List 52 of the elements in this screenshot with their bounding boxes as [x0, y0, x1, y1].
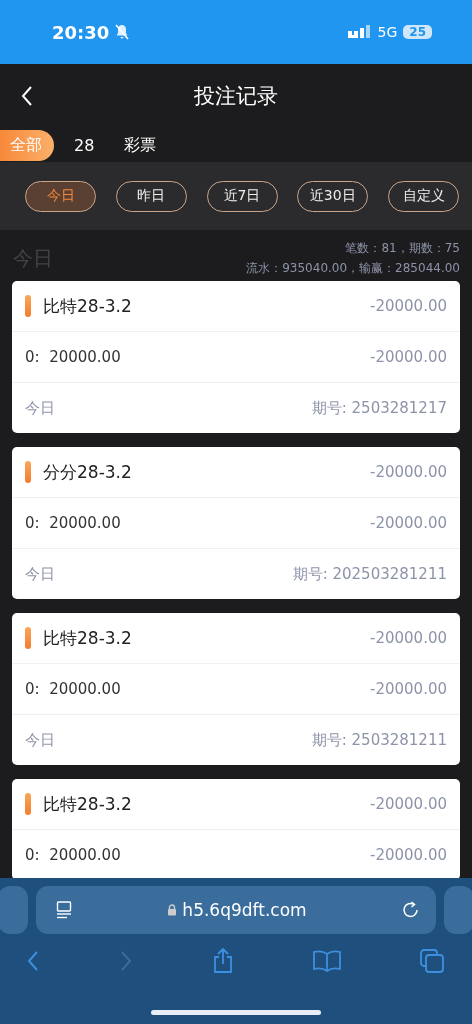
address-bar[interactable]: h5.6q9dft.com	[36, 886, 436, 934]
date-label: 今日	[25, 730, 55, 750]
tab-edge[interactable]	[444, 886, 472, 934]
result-amount: -20000.00	[370, 629, 447, 647]
tab-edge[interactable]	[0, 886, 28, 934]
date-filter-button[interactable]: 今日	[25, 180, 96, 212]
game-name: 分分28-3.2	[43, 460, 132, 484]
url-text: h5.6q9dft.com	[182, 900, 307, 920]
tabs-icon[interactable]	[420, 949, 444, 973]
date-label: 今日	[25, 398, 55, 418]
reload-icon[interactable]	[402, 901, 420, 919]
counts-text: 笔数：81，期数：75	[345, 240, 460, 257]
network-label: 5G	[377, 24, 398, 40]
game-name: 比特28-3.2	[43, 792, 132, 816]
bet-amount: 0: 20000.00	[25, 348, 121, 366]
share-icon[interactable]	[212, 948, 234, 974]
bet-amount: 0: 20000.00	[25, 680, 121, 698]
book-icon[interactable]	[313, 950, 341, 972]
back-icon[interactable]	[20, 85, 34, 107]
accent-bar	[25, 295, 31, 317]
game-name: 比特28-3.2	[43, 294, 132, 318]
signal-icon	[347, 25, 372, 39]
record-card[interactable]: 比特28-3.2 -20000.00 0: 20000.00 -20000.00 今日 期号: 2503281211	[12, 613, 460, 765]
muted-bell-icon	[115, 24, 130, 40]
result-amount: -20000.00	[370, 795, 447, 813]
record-card[interactable]: 比特28-3.2 -20000.00 0: 20000.00 -20000.00 今日 期号: 2503281217	[12, 281, 460, 433]
category-tab[interactable]: 彩票	[114, 130, 167, 160]
bet-amount: 0: 20000.00	[25, 846, 121, 864]
issue-number: 期号: 2503281211	[311, 730, 447, 750]
accent-bar	[25, 461, 31, 483]
lock-icon	[167, 904, 178, 916]
clock-time: 20:30	[52, 21, 110, 43]
page-title: 投注记录	[194, 83, 278, 110]
bet-result: -20000.00	[370, 680, 447, 698]
issue-number: 期号: 202503281211	[292, 564, 447, 584]
accent-bar	[25, 793, 31, 815]
bet-result: -20000.00	[370, 348, 447, 366]
result-amount: -20000.00	[370, 297, 447, 315]
bet-result: -20000.00	[370, 514, 447, 532]
bet-result: -20000.00	[370, 846, 447, 864]
category-tab[interactable]: 28	[64, 131, 105, 159]
record-card[interactable]: 比特28-3.2 -20000.00 0: 20000.00 -20000.00	[12, 779, 460, 878]
battery-indicator: 25	[403, 25, 432, 39]
issue-number: 期号: 2503281217	[311, 398, 447, 418]
totals-text: 流水：935040.00，输赢：285044.00	[246, 260, 460, 277]
accent-bar	[25, 627, 31, 649]
record-card[interactable]: 分分28-3.2 -20000.00 0: 20000.00 -20000.00 今日 期号: 202503281211	[12, 447, 460, 599]
reader-icon[interactable]	[56, 901, 72, 919]
result-amount: -20000.00	[370, 463, 447, 481]
game-name: 比特28-3.2	[43, 626, 132, 650]
bet-amount: 0: 20000.00	[25, 514, 121, 532]
date-label: 今日	[25, 564, 55, 584]
